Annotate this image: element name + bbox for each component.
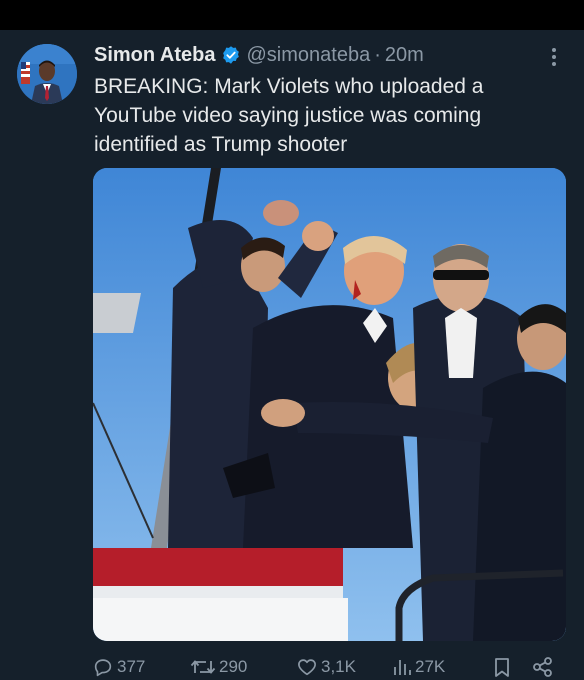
share-button[interactable] <box>532 654 557 680</box>
avatar[interactable] <box>17 44 77 104</box>
tweet[interactable]: Simon Ateba @simonateba · 20m BREAKING: … <box>0 30 584 680</box>
tweet-header: Simon Ateba @simonateba · 20m <box>94 42 424 68</box>
views-count: 27K <box>415 657 446 676</box>
reply-count: 377 <box>117 657 146 676</box>
heart-icon <box>296 656 321 678</box>
repost-icon <box>190 656 219 678</box>
author-name[interactable]: Simon Ateba <box>94 44 216 67</box>
bookmark-button[interactable] <box>492 654 515 680</box>
repost-count: 290 <box>219 657 248 676</box>
tweet-text-line: identified as Trump shooter <box>94 133 348 156</box>
repost-button[interactable]: 290 <box>190 654 247 680</box>
tweet-photo[interactable] <box>93 168 566 641</box>
reply-button[interactable]: 377 <box>92 654 145 680</box>
views-button[interactable]: 27K <box>392 654 445 680</box>
top-bar <box>0 0 584 30</box>
bookmark-icon <box>492 656 515 678</box>
action-bar: 377 290 3,1K 27K <box>0 654 584 680</box>
like-button[interactable]: 3,1K <box>296 654 356 680</box>
separator-dot: · <box>374 43 381 66</box>
views-chart-icon <box>392 656 415 678</box>
like-count: 3,1K <box>321 657 356 676</box>
verified-badge-icon <box>221 45 241 65</box>
share-icon <box>532 656 557 678</box>
timestamp[interactable]: 20m <box>385 44 424 67</box>
more-options-icon[interactable] <box>543 44 565 70</box>
reply-icon <box>92 656 117 678</box>
author-handle[interactable]: @simonateba <box>247 44 371 67</box>
tweet-text-line: YouTube video saying justice was coming <box>94 104 482 127</box>
tweet-text: BREAKING: Mark Violets who uploaded a Yo… <box>94 72 554 159</box>
tweet-text-line: BREAKING: Mark Violets who uploaded a <box>94 75 484 98</box>
